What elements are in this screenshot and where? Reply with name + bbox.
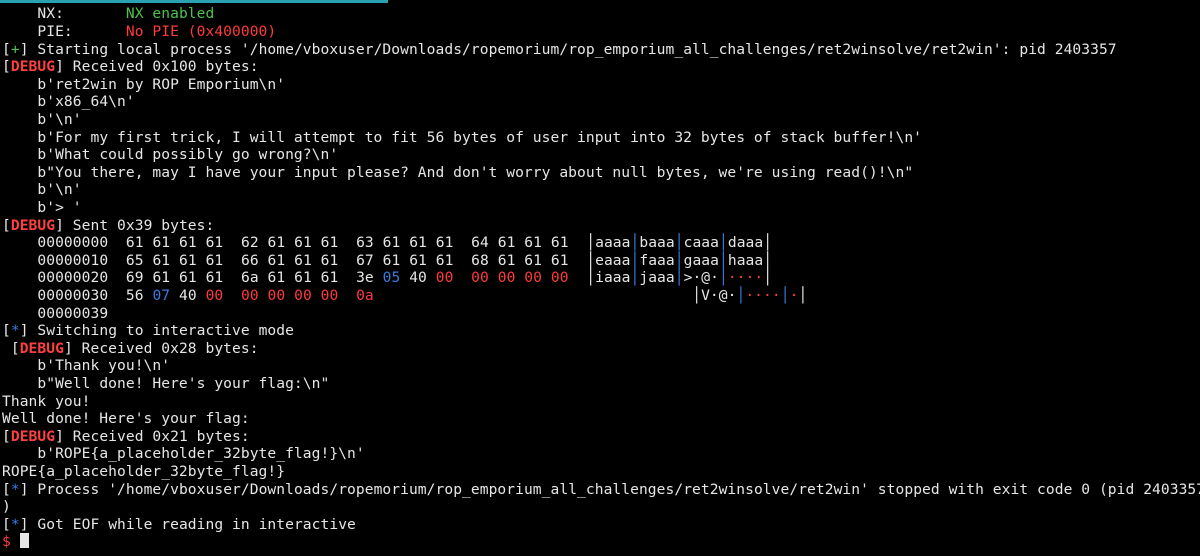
debug-tag: DEBUG [10,216,56,234]
output-line: b'\n' [37,181,82,199]
shell-prompt-line[interactable]: $ [2,533,29,551]
star-mark: * [10,515,20,533]
output-line: b'> ' [37,199,82,216]
nx-key: NX: [37,5,64,22]
debug-received-line: [DEBUG] Received 0x21 bytes: [2,427,250,445]
checksec-pie-line: PIE: No PIE (0x400000) [2,23,276,41]
text-cursor[interactable] [19,533,29,549]
program-output-line: Thank you! [2,392,91,410]
debug-received-line: [DEBUG] Received 0x100 bytes: [2,58,259,76]
nx-value: NX enabled [125,5,215,22]
hex-offset: 00000020 [37,269,109,287]
terminal-tab-indicator [0,0,388,3]
hex-offset: 00000010 [37,251,109,269]
output-line: b'ROPE{a_placeholder_32byte_flag!}\n' [37,445,365,463]
plus-mark: + [10,40,20,58]
prompt-symbol: $ [2,533,11,551]
output-line: b"Well done! Here's your flag:\n" [37,375,330,392]
flag-output: ROPE{a_placeholder_32byte_flag!} [2,463,286,480]
pie-key: PIE: [37,23,73,40]
output-line: b'\n' [37,111,82,128]
output-line: b'Thank you!\n' [37,357,171,375]
pie-value: No PIE (0x400000) [125,23,277,40]
output-line: b'ret2win by ROP Emporium\n' [37,75,286,93]
output-line: b'x86_64\n' [37,93,135,111]
hexdump-end-offset: 00000039 [37,304,109,322]
hexdump-row: 00000000 61 61 61 61 62 61 61 61 63 61 6… [37,234,773,252]
star-mark: * [10,322,20,340]
output-line: b'What could possibly go wrong?\n' [37,146,339,164]
program-output-line: Well done! Here's your flag: [2,410,250,428]
output-line: b'For my first trick, I will attempt to … [37,128,923,146]
debug-tag: DEBUG [10,427,56,445]
debug-sent-line: [DEBUG] Sent 0x39 bytes: [2,216,215,234]
interactive-mode-line: [*] Switching to interactive mode [2,322,294,340]
debug-tag: DEBUG [10,58,56,76]
checksec-nx-line: NX: NX enabled [2,5,214,23]
eof-line: [*] Got EOF while reading in interactive [2,515,356,533]
terminal-window[interactable]: NX: NX enabled PIE: No PIE (0x400000) [+… [0,0,1200,556]
start-process-line: [+] Starting local process '/home/vboxus… [2,40,1117,58]
hexdump-row: 00000020 69 61 61 61 6a 61 61 61 3e 05 4… [37,269,773,287]
output-line: b"You there, may I have your input pleas… [37,163,914,181]
process-stopped-line: [*] Process '/home/vboxuser/Downloads/ro… [2,480,1200,498]
process-stopped-line-wrap: ) [2,498,11,516]
hexdump-row: 00000030 56 07 40 00 00 00 00 00 0a │V·@… [37,287,808,304]
star-mark: * [10,480,20,498]
hex-offset: 00000030 [37,287,109,304]
debug-tag: DEBUG [19,339,64,357]
hex-offset: 00000000 [37,234,109,252]
debug-received-line: [DEBUG] Received 0x28 bytes: [2,339,259,357]
hexdump-row: 00000010 65 61 61 61 66 61 61 61 67 61 6… [37,251,773,269]
